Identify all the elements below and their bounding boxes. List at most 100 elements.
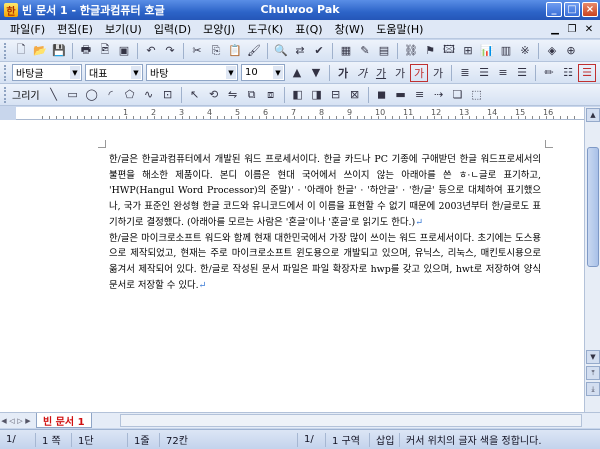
spellcheck-icon[interactable]: ✔ (310, 42, 328, 60)
select-tool-icon[interactable]: ↖ (186, 86, 204, 104)
menu-window[interactable]: 창(W) (329, 21, 371, 37)
undo-icon[interactable]: ↶ (142, 42, 160, 60)
language-combo[interactable]: 바탕글 ▼ (12, 64, 82, 81)
table-insert-icon[interactable]: ⊞ (459, 42, 477, 60)
image-insert-icon[interactable]: 🖾 (440, 42, 458, 60)
group-tool-icon[interactable]: ⧉ (243, 86, 261, 104)
ungroup-tool-icon[interactable]: ⧈ (262, 86, 280, 104)
horizontal-scrollbar[interactable] (120, 414, 582, 427)
chevron-down-icon[interactable]: ▼ (70, 66, 80, 79)
align-objects-icon[interactable]: ⊟ (327, 86, 345, 104)
status-mode[interactable]: 삽입 (370, 432, 400, 447)
font-size-combo[interactable]: 10 ▼ (241, 64, 285, 81)
size-down-icon[interactable]: ▼ (307, 64, 325, 82)
arc-tool-icon[interactable]: ◜ (102, 86, 120, 104)
curve-tool-icon[interactable]: ∿ (140, 86, 158, 104)
redo-icon[interactable]: ↷ (161, 42, 179, 60)
close-button[interactable]: × (582, 2, 598, 17)
char-shape-button[interactable]: 가 (429, 64, 447, 82)
size-up-icon[interactable]: ▲ (288, 64, 306, 82)
rotate-tool-icon[interactable]: ⟲ (205, 86, 223, 104)
chart-tool-icon[interactable]: ▤ (375, 42, 393, 60)
paste-icon[interactable]: 📋 (226, 42, 244, 60)
paragraph-shape-icon[interactable]: ☰ (578, 63, 596, 82)
vertical-scrollbar[interactable]: ▲ ▼ ⤒ ⤓ (584, 107, 600, 412)
page-down-icon[interactable]: ⤓ (586, 382, 600, 396)
cut-icon[interactable]: ✂ (188, 42, 206, 60)
line-color-icon[interactable]: ▬ (392, 86, 410, 104)
line-style-icon[interactable]: ≡ (411, 86, 429, 104)
fill-color-icon[interactable]: ◼ (373, 86, 391, 104)
polygon-tool-icon[interactable]: ⬠ (121, 86, 139, 104)
list-icon[interactable]: ☷ (559, 64, 577, 82)
replace-icon[interactable]: ⇄ (291, 42, 309, 60)
tab-document-1[interactable]: 빈 문서 1 (36, 413, 92, 428)
zoom-icon[interactable]: ⊕ (562, 42, 580, 60)
ellipse-tool-icon[interactable]: ◯ (83, 86, 101, 104)
menu-help[interactable]: 도움말(H) (370, 21, 429, 37)
align-right-icon[interactable]: ☰ (513, 64, 531, 82)
bookmark-icon[interactable]: ⚑ (421, 42, 439, 60)
page-setup-icon[interactable]: ▣ (115, 42, 133, 60)
menu-tools[interactable]: 도구(K) (241, 21, 289, 37)
tab-next-icon[interactable]: ▷ (16, 417, 24, 425)
toolbar-grip[interactable] (4, 86, 8, 103)
three-d-icon[interactable]: ⬚ (468, 86, 486, 104)
align-center-icon[interactable]: ≡ (494, 64, 512, 82)
scroll-thumb[interactable] (587, 147, 599, 267)
symbol-icon[interactable]: ※ (516, 42, 534, 60)
doc-close-icon[interactable]: ✕ (582, 22, 596, 36)
line-tool-icon[interactable]: ╲ (45, 86, 63, 104)
font-combo[interactable]: 바탕 ▼ (146, 64, 238, 81)
menu-format[interactable]: 모양(J) (197, 21, 241, 37)
grid-icon[interactable]: ▥ (497, 42, 515, 60)
strike-button[interactable]: 가 (391, 64, 409, 82)
toolbar-grip[interactable] (4, 64, 8, 81)
format-painter-icon[interactable]: 🖌 (245, 42, 263, 60)
bold-button[interactable]: 가 (334, 64, 352, 82)
highlight-icon[interactable]: ✏ (540, 64, 558, 82)
distribute-icon[interactable]: ⊠ (346, 86, 364, 104)
bring-front-icon[interactable]: ◧ (289, 86, 307, 104)
textbox-tool-icon[interactable]: ⊡ (159, 86, 177, 104)
toolbar-grip[interactable] (4, 42, 8, 59)
scroll-down-icon[interactable]: ▼ (586, 350, 600, 364)
rectangle-tool-icon[interactable]: ▭ (64, 86, 82, 104)
menu-edit[interactable]: 편집(E) (51, 21, 99, 37)
menu-view[interactable]: 보기(U) (99, 21, 148, 37)
draw-tool-icon[interactable]: ✎ (356, 42, 374, 60)
menu-insert[interactable]: 입력(D) (148, 21, 197, 37)
tab-first-icon[interactable]: ◀ (0, 417, 8, 425)
shadow-icon[interactable]: ❏ (449, 86, 467, 104)
italic-button[interactable]: 가 (353, 64, 371, 82)
doc-restore-icon[interactable]: ❐ (565, 22, 579, 36)
chevron-down-icon[interactable]: ▼ (226, 66, 236, 79)
menu-table[interactable]: 표(Q) (289, 21, 328, 37)
bar-chart-icon[interactable]: 📊 (478, 42, 496, 60)
new-document-icon[interactable]: 🗋 (12, 42, 30, 60)
underline-button[interactable]: 가 (372, 64, 390, 82)
document-page[interactable]: 한/글은 한글과컴퓨터에서 개발된 워드 프로세서이다. 한글 카드나 PC 기… (0, 120, 584, 412)
style-combo[interactable]: 대표 ▼ (85, 64, 143, 81)
open-folder-icon[interactable]: 📂 (31, 42, 49, 60)
object-icon[interactable]: ◈ (543, 42, 561, 60)
tab-prev-icon[interactable]: ◁ (8, 417, 16, 425)
link-icon[interactable]: ⛓ (402, 42, 420, 60)
align-left-icon[interactable]: ☰ (475, 64, 493, 82)
print-preview-icon[interactable]: 🖻 (96, 42, 114, 60)
title-bar[interactable]: 한 빈 문서 1 - 한글과컴퓨터 호글 Chulwoo Pak _ □ × (0, 0, 600, 20)
copy-icon[interactable]: ⎘ (207, 42, 225, 60)
horizontal-ruler[interactable]: 1 2 3 4 5 6 7 8 9 10 11 12 13 14 15 16 (16, 107, 584, 120)
print-icon[interactable]: 🖶 (77, 42, 95, 60)
save-icon[interactable]: 💾 (50, 42, 68, 60)
maximize-button[interactable]: □ (564, 2, 580, 17)
align-justify-icon[interactable]: ≣ (456, 64, 474, 82)
menu-file[interactable]: 파일(F) (4, 21, 51, 37)
page-up-icon[interactable]: ⤒ (586, 366, 600, 380)
find-icon[interactable]: 🔍 (272, 42, 290, 60)
chevron-down-icon[interactable]: ▼ (131, 66, 141, 79)
arrow-style-icon[interactable]: ⇢ (430, 86, 448, 104)
scroll-up-icon[interactable]: ▲ (586, 108, 600, 122)
minimize-button[interactable]: _ (546, 2, 562, 17)
doc-minimize-icon[interactable]: ▁ (548, 22, 562, 36)
